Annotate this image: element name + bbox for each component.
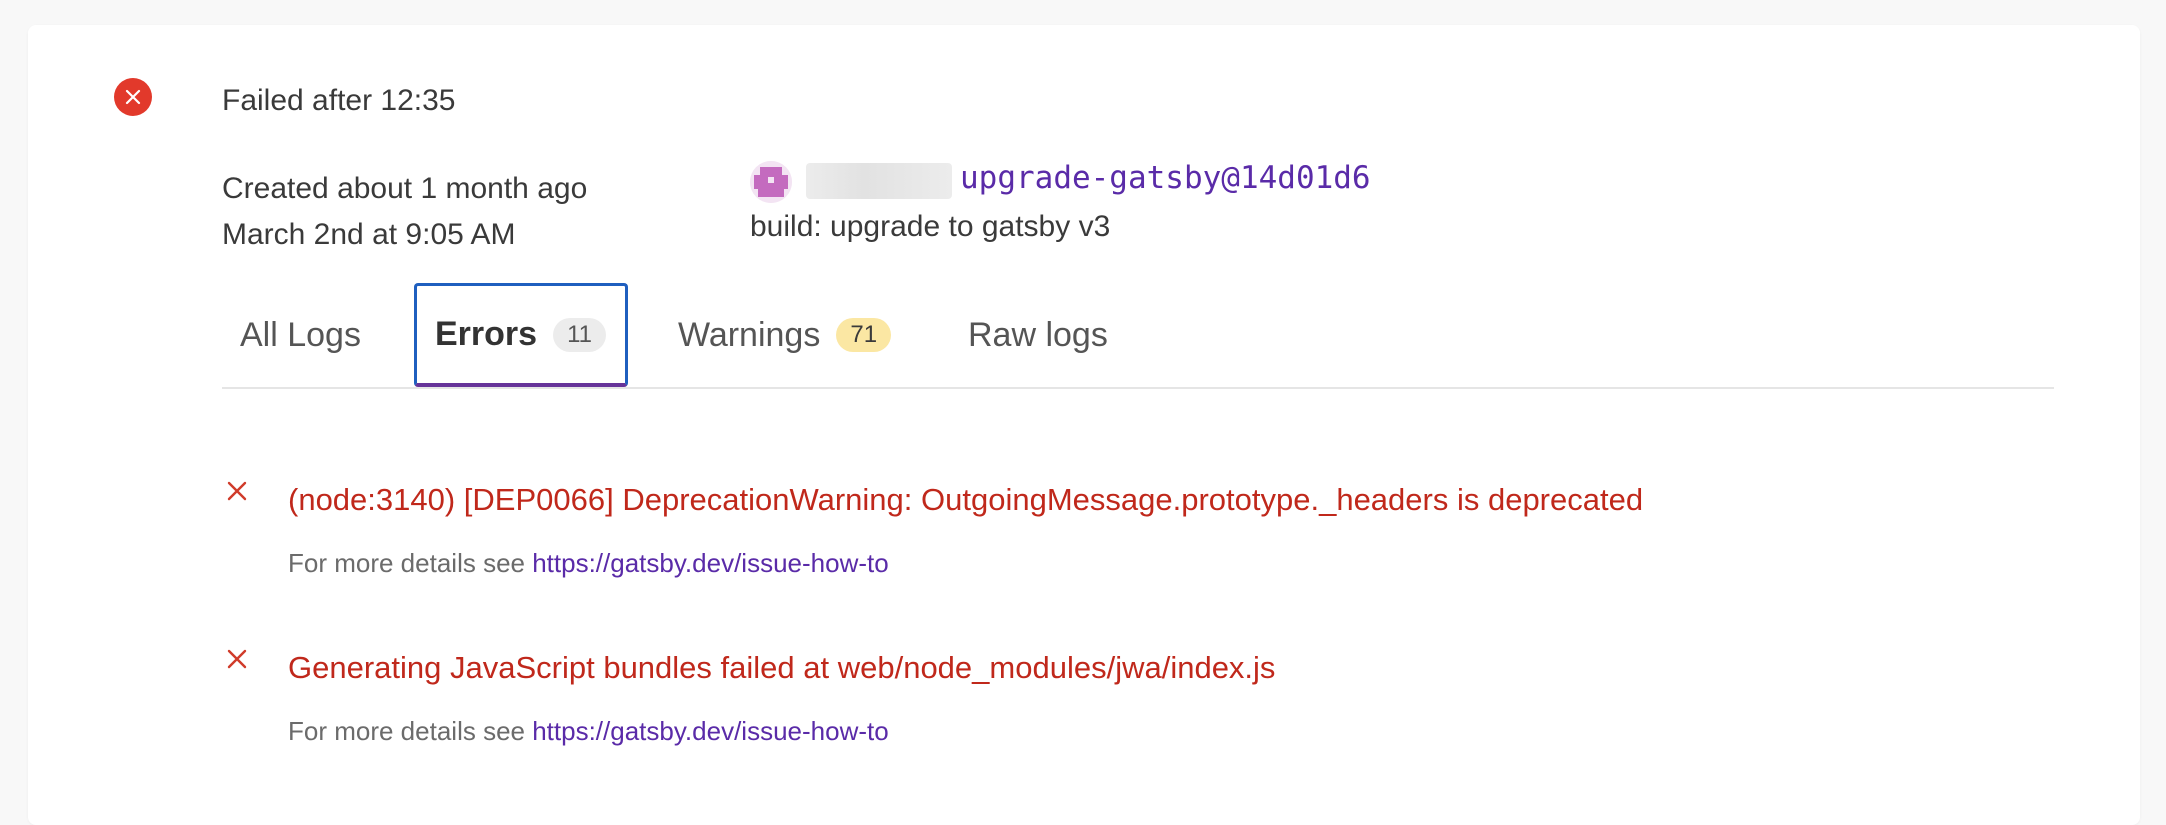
build-status: Failed after 12:35 [222, 84, 456, 117]
close-icon [226, 646, 248, 676]
branch-ref-link[interactable]: upgrade-gatsby@14d01d6 [960, 160, 1371, 196]
error-circle-icon [114, 78, 152, 116]
build-details-card [28, 25, 2140, 825]
details-prefix: For more details see [288, 548, 525, 578]
tab-warnings[interactable]: Warnings 71 [678, 283, 892, 387]
created-info: Created about 1 month ago March 2nd at 9… [222, 166, 587, 258]
error-message: (node:3140) [DEP0066] DeprecationWarning… [288, 482, 1644, 517]
errors-count-badge: 11 [553, 317, 606, 352]
log-tabs: All Logs Errors 11 Warnings 71 Raw logs [222, 283, 2054, 389]
details-prefix: For more details see [288, 716, 525, 746]
details-link[interactable]: https://gatsby.dev/issue-how-to [532, 716, 888, 746]
commit-message: build: upgrade to gatsby v3 [750, 210, 1111, 243]
close-icon [226, 478, 248, 508]
created-relative: Created about 1 month ago [222, 172, 588, 205]
tab-errors[interactable]: Errors 11 [414, 283, 628, 387]
error-details: For more details see https://gatsby.dev/… [288, 716, 889, 747]
tab-errors-label: Errors [435, 315, 538, 353]
created-date: March 2nd at 9:05 AM [222, 218, 516, 251]
avatar [750, 161, 792, 203]
tab-raw-logs-label: Raw logs [968, 315, 1108, 354]
tab-all-logs[interactable]: All Logs [240, 283, 361, 387]
tab-raw-logs[interactable]: Raw logs [968, 283, 1108, 387]
error-details: For more details see https://gatsby.dev/… [288, 548, 889, 579]
details-link[interactable]: https://gatsby.dev/issue-how-to [532, 548, 888, 578]
warnings-count-badge: 71 [836, 318, 892, 352]
redacted-author-name [806, 163, 952, 199]
tab-warnings-label: Warnings [678, 315, 821, 354]
error-message: Generating JavaScript bundles failed at … [288, 650, 1276, 685]
tab-all-logs-label: All Logs [240, 315, 361, 354]
